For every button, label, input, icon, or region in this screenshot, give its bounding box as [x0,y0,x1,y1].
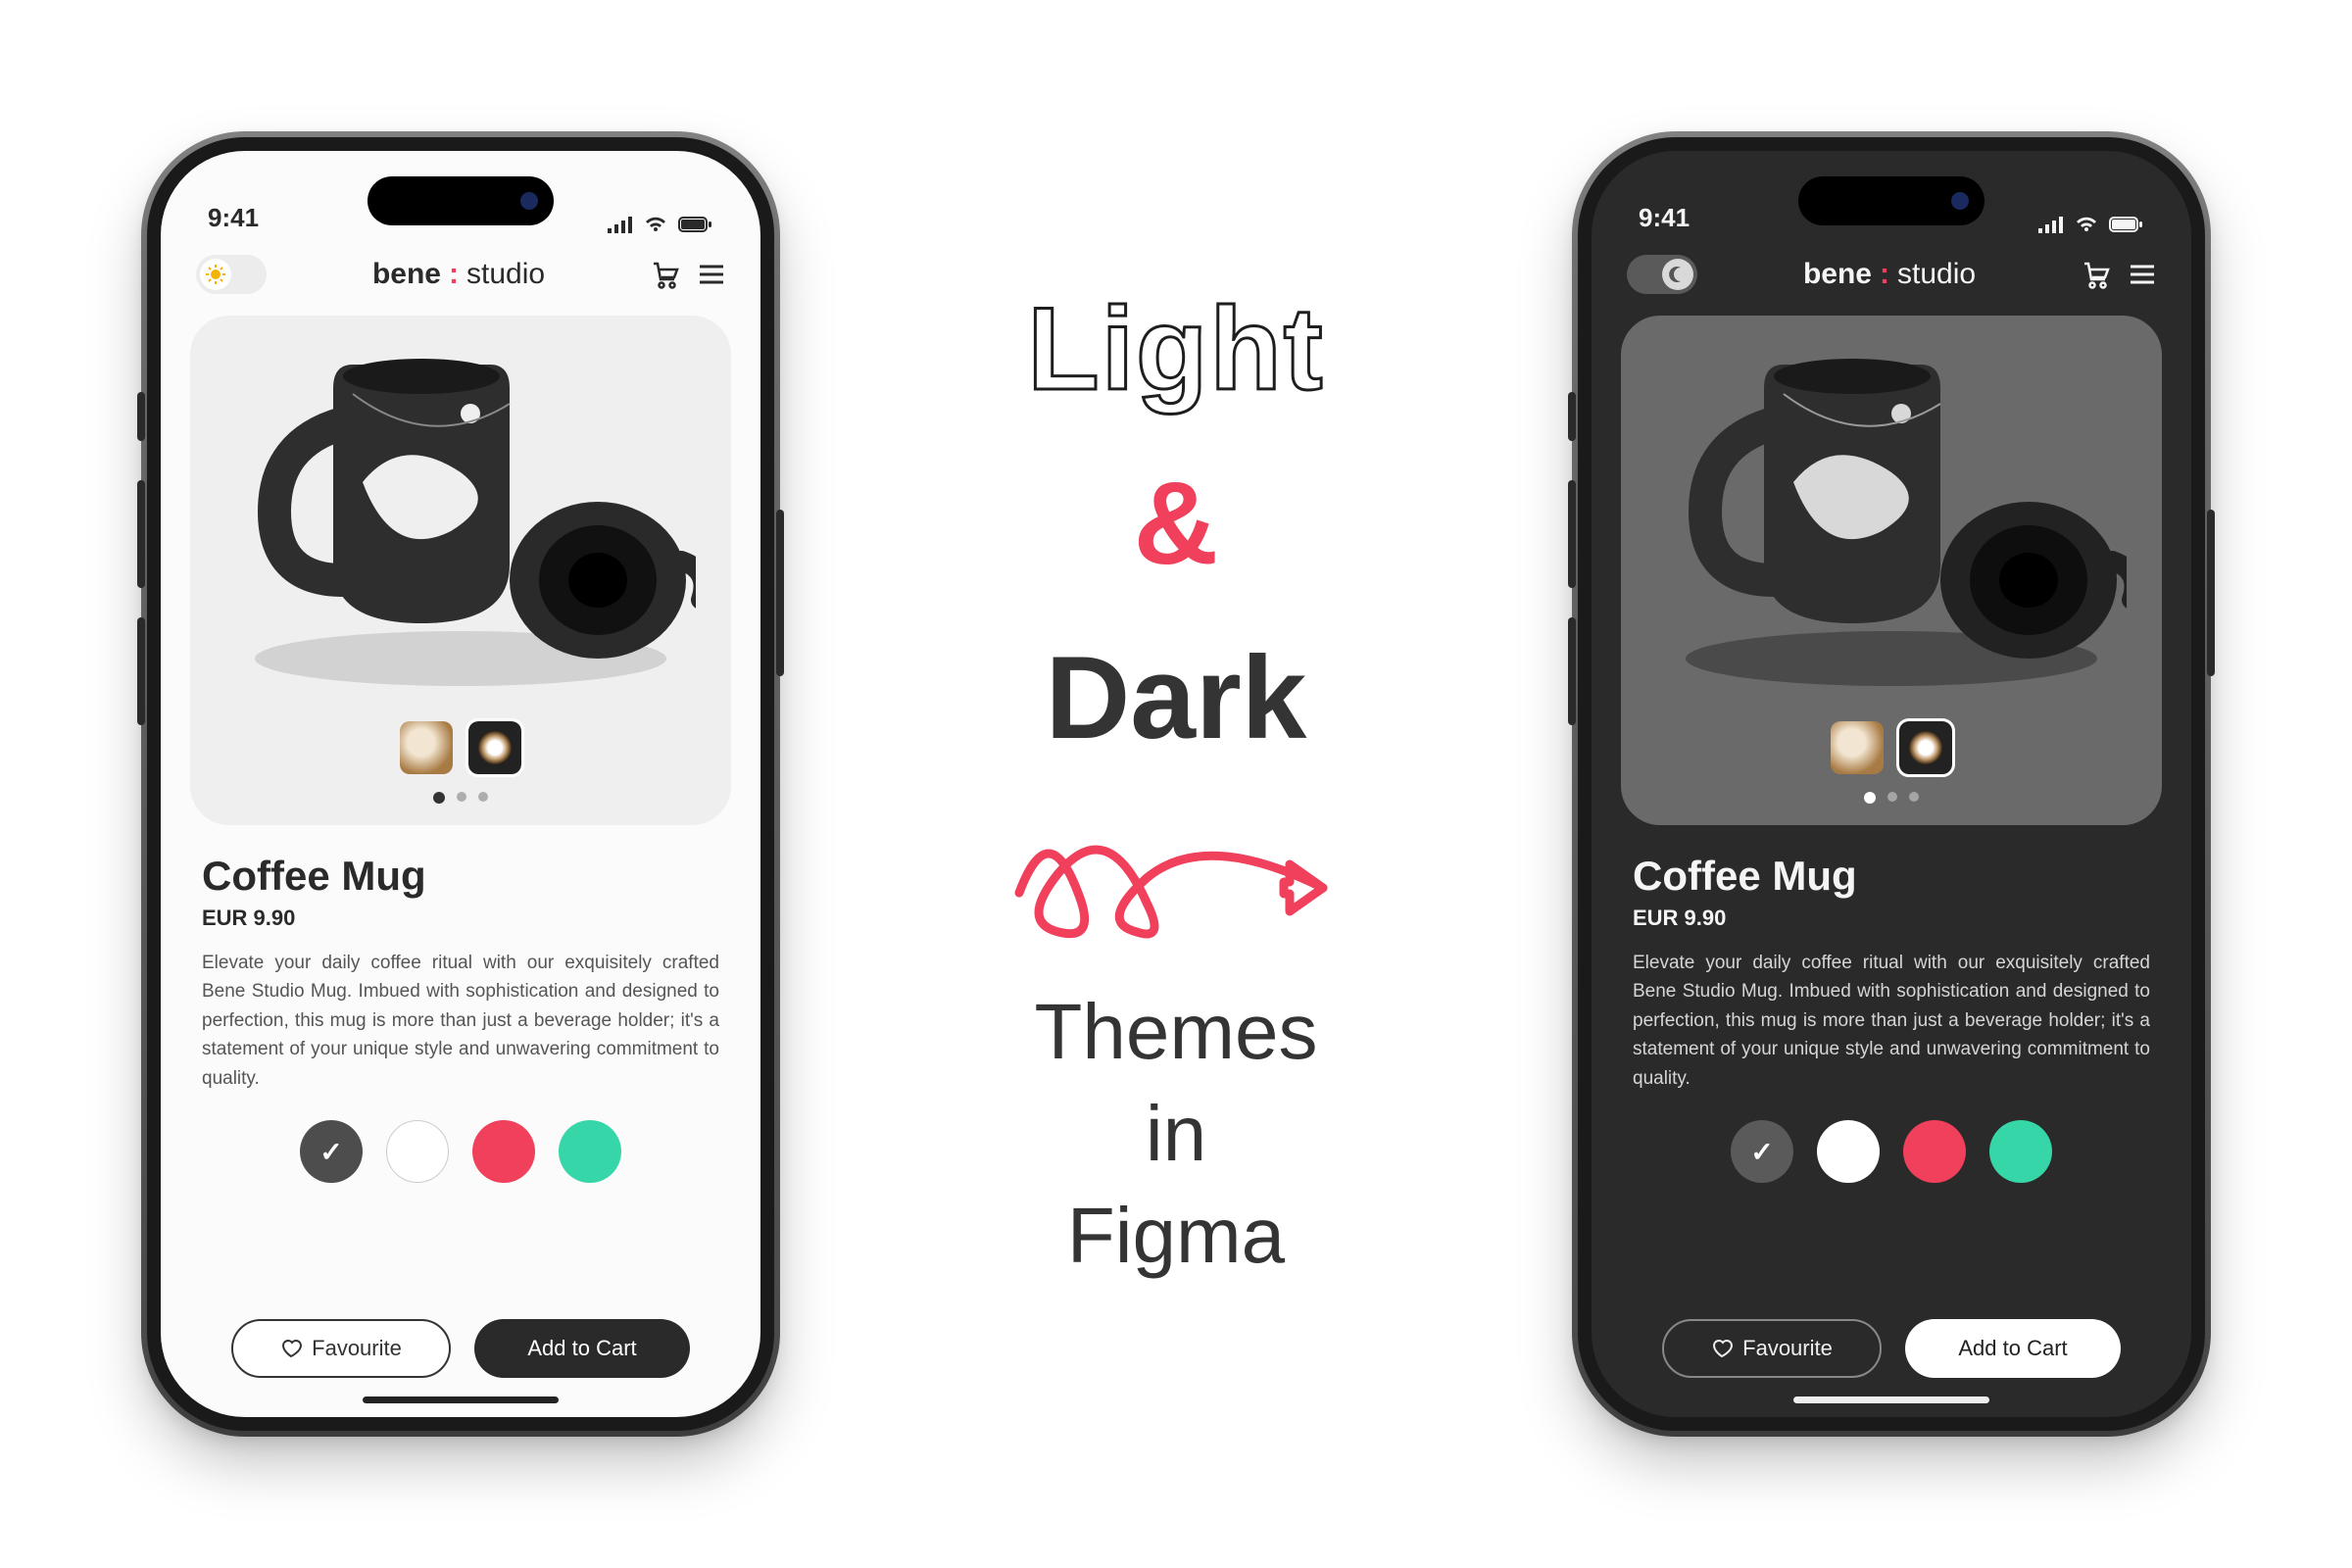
favourite-button[interactable]: Favourite [1662,1319,1882,1378]
themes-line-2: in [1146,1090,1206,1177]
color-swatches [202,1120,719,1183]
cart-label: Add to Cart [1958,1336,2067,1361]
pager-dot[interactable] [1864,792,1876,804]
brand-studio: studio [466,258,545,291]
status-icons [2036,216,2144,233]
action-row: Favourite Add to Cart [1633,1319,2150,1378]
cart-icon[interactable] [651,260,680,289]
product-image [225,325,696,698]
brand-colon: : [449,258,459,291]
menu-icon[interactable] [2129,264,2156,285]
wifi-icon [643,216,668,233]
add-to-cart-button[interactable]: Add to Cart [474,1319,690,1378]
pager-dot[interactable] [478,792,488,802]
cellular-icon [606,216,633,233]
product-description: Elevate your daily coffee ritual with ou… [202,949,719,1093]
swatch-red[interactable] [472,1120,535,1183]
color-swatches [1633,1120,2150,1183]
pager-dots [1864,792,1919,804]
center-title-block: Light & Dark Themes in Figma [774,281,1578,1287]
swatch-darkgray[interactable] [1731,1120,1793,1183]
brand-logo: bene : studio [1803,258,1976,291]
product-hero[interactable] [1621,316,2162,825]
product-title: Coffee Mug [1633,853,2150,900]
themes-line-3: Figma [1067,1192,1285,1279]
product-price: EUR 9.90 [1633,906,2150,931]
brand-bene: bene [1803,258,1872,291]
app-bar: bene : studio [1592,241,2191,302]
product-image [1656,325,2127,698]
screen-dark: 9:41 bene : studio [1592,151,2191,1417]
heart-icon [1711,1339,1733,1358]
add-to-cart-button[interactable]: Add to Cart [1905,1319,2121,1378]
theme-toggle[interactable] [1627,255,1697,294]
brand-bene: bene [372,258,441,291]
screen-light: 9:41 bene : studio [161,151,760,1417]
product-hero[interactable] [190,316,731,825]
theme-toggle[interactable] [196,255,267,294]
product-title: Coffee Mug [202,853,719,900]
home-indicator[interactable] [1793,1396,1989,1403]
moon-icon [1669,266,1687,283]
squiggle-arrow-icon [1000,805,1352,942]
favourite-button[interactable]: Favourite [231,1319,451,1378]
brand-colon: : [1880,258,1889,291]
word-light: Light [1027,281,1324,416]
app-bar: bene : studio [161,241,760,302]
phone-device-light: 9:41 bene : studio [147,137,774,1431]
swatch-darkgray[interactable] [300,1120,363,1183]
home-indicator[interactable] [363,1396,559,1403]
favourite-label: Favourite [1742,1336,1833,1361]
swatch-teal[interactable] [1989,1120,2052,1183]
product-price: EUR 9.90 [202,906,719,931]
swatch-teal[interactable] [559,1120,621,1183]
status-time: 9:41 [1639,203,1690,233]
pager-dot[interactable] [1887,792,1897,802]
pager-dot[interactable] [433,792,445,804]
pager-dot[interactable] [1909,792,1919,802]
dynamic-island [1798,176,1984,225]
status-icons [606,216,713,233]
phone-device-dark: 9:41 bene : studio [1578,137,2205,1431]
pager-dot[interactable] [457,792,466,802]
menu-icon[interactable] [698,264,725,285]
brand-logo: bene : studio [372,258,545,291]
brand-studio: studio [1897,258,1976,291]
dynamic-island [368,176,554,225]
swatch-white[interactable] [386,1120,449,1183]
heart-icon [280,1339,302,1358]
product-description: Elevate your daily coffee ritual with ou… [1633,949,2150,1093]
cart-icon[interactable] [2082,260,2111,289]
pager-dots [433,792,488,804]
sun-icon [206,265,225,284]
thumbnail-1[interactable] [400,721,453,774]
status-time: 9:41 [208,203,259,233]
wifi-icon [2074,216,2099,233]
swatch-white[interactable] [1817,1120,1880,1183]
themes-line-1: Themes [1035,988,1318,1075]
action-row: Favourite Add to Cart [202,1319,719,1378]
cellular-icon [2036,216,2064,233]
battery-icon [678,216,713,233]
product-details: Coffee Mug EUR 9.90 Elevate your daily c… [161,825,760,1417]
product-thumbnails [1831,721,1952,774]
thumbnail-2[interactable] [468,721,521,774]
thumbnail-2[interactable] [1899,721,1952,774]
battery-icon [2109,216,2144,233]
product-thumbnails [400,721,521,774]
product-details: Coffee Mug EUR 9.90 Elevate your daily c… [1592,825,2191,1417]
swatch-red[interactable] [1903,1120,1966,1183]
word-dark: Dark [1046,630,1307,765]
word-themes: Themes in Figma [1035,981,1318,1287]
cart-label: Add to Cart [527,1336,636,1361]
thumbnail-1[interactable] [1831,721,1884,774]
word-ampersand: & [1134,456,1219,591]
favourite-label: Favourite [312,1336,402,1361]
